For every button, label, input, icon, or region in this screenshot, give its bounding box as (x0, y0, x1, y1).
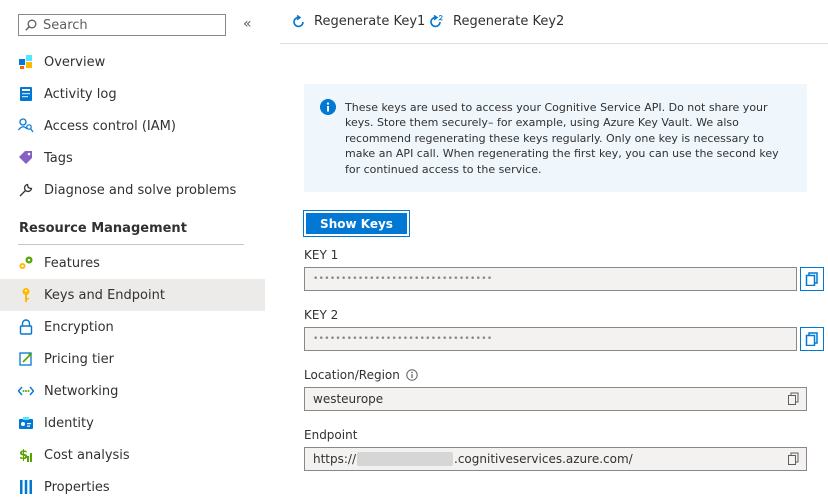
key2-value: •••••••••••••••••••••••••••••••• (313, 334, 493, 344)
svg-text:$: $ (19, 448, 28, 463)
sidebar-item-access-control[interactable]: Access control (IAM) (0, 110, 265, 142)
access-control-icon (18, 118, 34, 134)
sidebar-item-label: Tags (44, 150, 73, 166)
sidebar: Search « Overview Activity log Access co… (0, 0, 265, 504)
location-label: Location/Region (304, 368, 400, 382)
sidebar-item-label: Identity (44, 415, 94, 431)
lock-icon (18, 319, 34, 335)
info-icon (320, 99, 336, 115)
location-value: westeurope (313, 392, 384, 406)
collapse-sidebar-button[interactable]: « (243, 16, 252, 32)
regenerate-key2-button[interactable]: Regenerate Key2 (429, 14, 564, 29)
redacted-resource-name (357, 452, 454, 467)
refresh-icon (293, 14, 304, 27)
gears-icon (18, 255, 34, 271)
cost-icon: $ (18, 447, 34, 463)
copy-icon (805, 332, 818, 346)
sidebar-item-label: Encryption (44, 319, 114, 335)
sidebar-item-tags[interactable]: Tags (0, 142, 265, 174)
info-circle-icon[interactable] (406, 369, 418, 381)
info-banner: These keys are used to access your Cogni… (304, 84, 807, 192)
sidebar-item-identity[interactable]: Identity (0, 407, 265, 439)
refresh-2-icon (430, 14, 443, 27)
copy-icon (805, 272, 818, 286)
key2-label: KEY 2 (304, 308, 339, 322)
copy-icon[interactable] (787, 392, 800, 405)
key1-field[interactable]: •••••••••••••••••••••••••••••••• (304, 267, 797, 291)
section-title: Resource Management (19, 221, 187, 236)
networking-icon (18, 383, 34, 399)
endpoint-prefix: https:// (313, 451, 357, 466)
pricing-icon (18, 351, 34, 367)
sidebar-item-label: Diagnose and solve problems (44, 182, 237, 198)
regenerate-key1-button[interactable]: Regenerate Key1 (292, 14, 425, 29)
sidebar-item-label: Overview (44, 54, 106, 70)
key2-field[interactable]: •••••••••••••••••••••••••••••••• (304, 327, 797, 351)
key-icon (18, 287, 34, 303)
copy-key2-button[interactable] (800, 327, 824, 351)
regenerate-key2-label: Regenerate Key2 (453, 14, 565, 29)
sidebar-item-activity-log[interactable]: Activity log (0, 78, 265, 110)
copy-icon[interactable] (787, 452, 800, 465)
sidebar-item-label: Keys and Endpoint (44, 287, 165, 303)
regenerate-key1-label: Regenerate Key1 (314, 14, 426, 29)
sidebar-item-keys-and-endpoint[interactable]: Keys and Endpoint (0, 279, 265, 311)
overview-icon (18, 54, 34, 70)
search-placeholder: Search (43, 17, 88, 33)
endpoint-suffix: .cognitiveservices.azure.com/ (454, 451, 633, 466)
key1-value: •••••••••••••••••••••••••••••••• (313, 274, 493, 284)
endpoint-field[interactable]: https:// .cognitiveservices.azure.com/ (304, 447, 807, 471)
key1-label: KEY 1 (304, 248, 339, 262)
sidebar-item-label: Access control (IAM) (44, 118, 176, 134)
location-label-row: Location/Region (304, 368, 418, 382)
sidebar-item-label: Pricing tier (44, 351, 115, 367)
endpoint-label: Endpoint (304, 428, 358, 442)
sidebar-item-label: Properties (44, 479, 110, 495)
wrench-icon (18, 182, 34, 198)
identity-icon (18, 415, 34, 431)
sidebar-item-networking[interactable]: Networking (0, 375, 265, 407)
sidebar-item-overview[interactable]: Overview (0, 46, 265, 78)
activity-log-icon (18, 86, 34, 102)
endpoint-value: https:// .cognitiveservices.azure.com/ (313, 452, 633, 467)
info-text: These keys are used to access your Cogni… (345, 101, 779, 176)
tag-icon (18, 150, 34, 166)
copy-key1-button[interactable] (800, 267, 824, 291)
show-keys-button[interactable]: Show Keys (303, 210, 410, 237)
sidebar-item-label: Features (44, 255, 100, 271)
properties-icon (18, 479, 34, 495)
search-icon (25, 19, 37, 31)
location-field[interactable]: westeurope (304, 387, 807, 411)
sidebar-item-diagnose[interactable]: Diagnose and solve problems (0, 174, 265, 206)
sidebar-item-label: Networking (44, 383, 119, 399)
sidebar-item-label: Activity log (44, 86, 117, 102)
sidebar-item-cost-analysis[interactable]: $ Cost analysis (0, 439, 265, 471)
sidebar-item-properties[interactable]: Properties (0, 471, 265, 503)
search-input[interactable]: Search (18, 14, 226, 36)
sidebar-item-pricing-tier[interactable]: Pricing tier (0, 343, 265, 375)
sidebar-item-label: Cost analysis (44, 447, 130, 463)
section-divider (18, 244, 244, 245)
command-bar: Regenerate Key1 Regenerate Key2 (280, 0, 828, 44)
sidebar-item-encryption[interactable]: Encryption (0, 311, 265, 343)
sidebar-item-features[interactable]: Features (0, 247, 265, 279)
